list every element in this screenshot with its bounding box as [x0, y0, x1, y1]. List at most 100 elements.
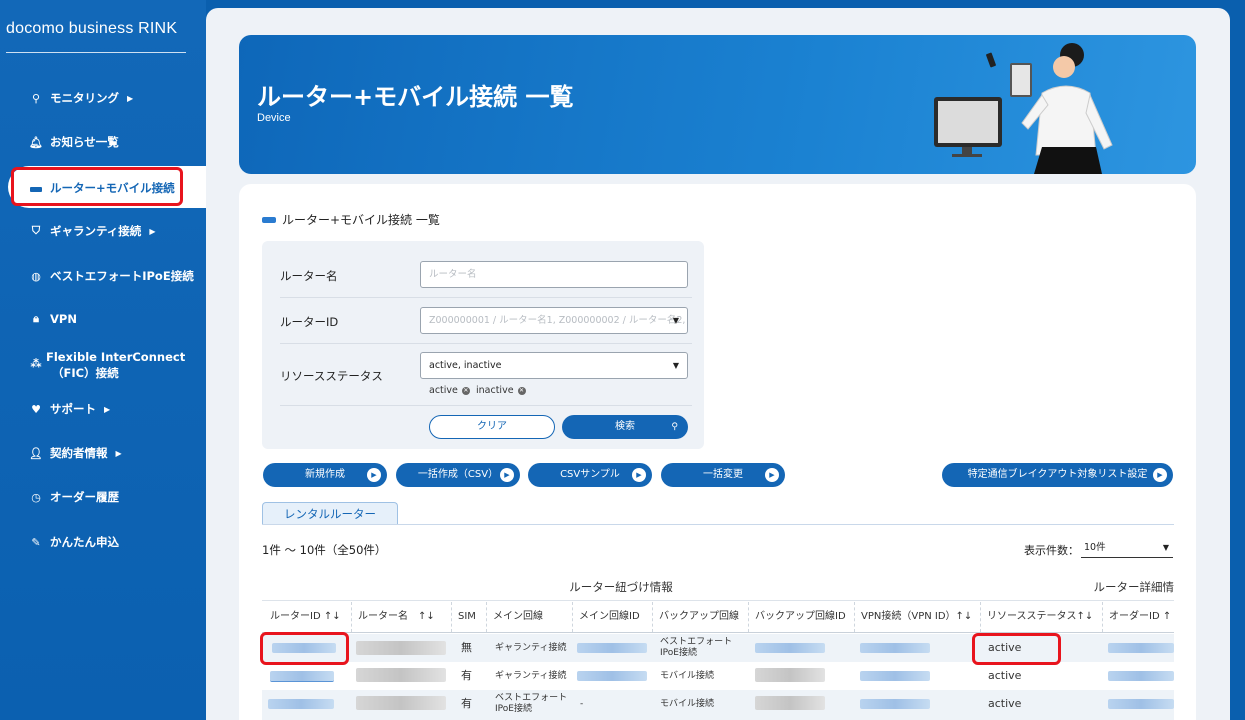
- nav-label: かんたん申込: [50, 535, 119, 549]
- nav-label: Flexible InterConnect: [46, 350, 186, 364]
- filter-divider: [280, 343, 692, 344]
- hero-banner: ルーター+モバイル接続 一覧 Device: [239, 35, 1196, 174]
- chevron-right-icon: ▶: [149, 226, 156, 236]
- per-page-value: 10件: [1084, 542, 1106, 553]
- col-router-id[interactable]: ルーターID ↑↓: [264, 602, 352, 632]
- button-label: 一括変更: [703, 469, 743, 480]
- nav-item-vpn[interactable]: 🔒︎ VPN: [28, 312, 77, 326]
- highlight-status: [972, 633, 1061, 665]
- table-group-header: ルーター詳細情: [980, 574, 1174, 601]
- order-id-cell[interactable]: [1108, 699, 1174, 709]
- per-page-label: 表示件数：: [1024, 544, 1079, 557]
- router-id-link[interactable]: [268, 699, 334, 709]
- nav-item-easy-apply[interactable]: ✎ かんたん申込: [28, 534, 119, 550]
- router-name-input[interactable]: ルーター名: [420, 261, 688, 288]
- nav-item-order-history[interactable]: ◷ オーダー履歴: [28, 489, 119, 505]
- chip-label: inactive: [476, 385, 514, 396]
- nav-item-guarantee[interactable]: ⛉ ギャランティ接続 ▶: [28, 223, 156, 239]
- col-backup-line-id: バックアップ回線ID: [749, 602, 855, 632]
- search-button[interactable]: 検索 ⚲: [562, 415, 688, 439]
- col-router-name[interactable]: ルーター名 ↑↓: [352, 602, 452, 632]
- button-label: CSVサンプル: [560, 469, 620, 480]
- chip-label: active: [429, 385, 458, 396]
- router-name-label: ルーター名: [280, 269, 338, 283]
- vpn-cell[interactable]: [860, 643, 930, 653]
- router-id-placeholder: Z000000001 / ルーター名1, Z000000002 / ルーター名2…: [429, 315, 688, 326]
- bulk-create-csv-button[interactable]: 一括作成（CSV） ▶: [396, 463, 520, 487]
- router-id-select[interactable]: Z000000001 / ルーター名1, Z000000002 / ルーター名2…: [420, 307, 688, 334]
- dropdown-arrow-icon: ▼: [672, 361, 679, 370]
- nav-highlight-box: [11, 167, 183, 206]
- section-title: ルーター+モバイル接続 一覧: [262, 211, 440, 228]
- page-title: ルーター+モバイル接続 一覧: [257, 83, 574, 111]
- chevron-right-icon: ▶: [115, 448, 122, 458]
- nav-item-notices[interactable]: 🔔︎ お知らせ一覧: [28, 134, 119, 150]
- brand-divider: [6, 52, 186, 53]
- status-chip-active[interactable]: active ✕: [429, 385, 470, 396]
- router-id-label: ルーターID: [280, 315, 339, 329]
- nav-label: ベストエフォートIPoE接続: [50, 269, 194, 283]
- tab-rental-router[interactable]: レンタルルーター: [262, 502, 398, 525]
- order-id-cell[interactable]: [1108, 671, 1174, 681]
- router-icon: [262, 216, 276, 223]
- close-icon[interactable]: ✕: [461, 386, 470, 395]
- breakout-list-settings-button[interactable]: 特定通信ブレイクアウト対象リスト設定 ▶: [942, 463, 1173, 487]
- backup-line-id-cell[interactable]: [755, 643, 825, 653]
- page-subtitle: Device: [257, 112, 291, 124]
- nav-item-fic[interactable]: ⁂ Flexible InterConnect （FIC）接続: [28, 349, 185, 381]
- backup-line-cell: モバイル接続: [660, 671, 715, 681]
- globe-icon: ◍: [31, 269, 41, 283]
- nav-item-contract[interactable]: 👤︎ 契約者情報 ▶: [28, 445, 122, 461]
- heart-hand-icon: ♥: [31, 402, 41, 416]
- sim-cell: 有: [461, 697, 472, 710]
- nav-label: モニタリング: [50, 91, 119, 105]
- router-name-cell: [356, 668, 446, 682]
- sim-cell: 無: [461, 641, 472, 654]
- dropdown-arrow-icon: ▼: [672, 316, 679, 325]
- col-backup-line: バックアップ回線: [653, 602, 749, 632]
- per-page-select[interactable]: 10件 ▼: [1081, 538, 1173, 558]
- bulk-edit-button[interactable]: 一括変更 ▶: [661, 463, 785, 487]
- brand-logo: docomo business RINK: [6, 20, 178, 37]
- status-chip-inactive[interactable]: inactive ✕: [476, 385, 526, 396]
- dropdown-arrow-icon: ▼: [1162, 543, 1169, 552]
- vpn-cell[interactable]: [860, 699, 930, 709]
- section-title-text: ルーター+モバイル接続 一覧: [282, 213, 440, 227]
- clear-button[interactable]: クリア: [429, 415, 555, 439]
- button-label: 新規作成: [305, 469, 345, 480]
- vpn-cell[interactable]: [860, 671, 930, 681]
- col-vpn[interactable]: VPN接続（VPN ID）↑↓: [855, 602, 981, 632]
- backup-line-cell: ベストエフォート IPoE接続: [660, 637, 733, 658]
- csv-sample-button[interactable]: CSVサンプル ▶: [528, 463, 652, 487]
- col-resource-status[interactable]: リソースステータス↑↓: [981, 602, 1103, 632]
- button-label: 一括作成（CSV）: [417, 469, 499, 480]
- resource-status-cell: active: [988, 669, 1022, 682]
- nav-item-support[interactable]: ♥ サポート ▶: [28, 401, 110, 417]
- main-line-id-cell[interactable]: [577, 671, 647, 681]
- nav-item-best-effort[interactable]: ◍ ベストエフォートIPoE接続: [28, 268, 194, 284]
- monitoring-icon: ⚲: [31, 91, 41, 105]
- status-select[interactable]: active, inactive ▼: [420, 352, 688, 379]
- col-main-line-id: メイン回線ID: [573, 602, 653, 632]
- router-name-cell: [356, 641, 446, 655]
- create-new-button[interactable]: 新規作成 ▶: [263, 463, 387, 487]
- backup-line-id-cell: [755, 668, 825, 682]
- nav-label: VPN: [50, 312, 77, 326]
- chevron-right-icon: ▶: [127, 93, 134, 103]
- close-icon[interactable]: ✕: [517, 386, 526, 395]
- router-id-link[interactable]: [270, 671, 334, 682]
- nav-label: 契約者情報: [50, 446, 108, 460]
- filter-divider: [280, 405, 692, 406]
- backup-line-id-cell: [755, 696, 825, 710]
- search-icon: ⚲: [671, 422, 678, 432]
- table-group-header: ルーター紐づけ情報: [262, 574, 981, 601]
- sim-cell: 有: [461, 669, 472, 682]
- col-order-id[interactable]: オーダーID ↑: [1103, 602, 1174, 632]
- order-id-cell[interactable]: [1108, 643, 1174, 653]
- bell-icon: 🔔︎: [29, 135, 43, 149]
- status-label: リソースステータス: [280, 369, 383, 383]
- button-label: 特定通信ブレイクアウト対象リスト設定: [967, 469, 1148, 480]
- main-line-id-cell[interactable]: [577, 643, 647, 653]
- network-icon: ⁂: [30, 357, 42, 370]
- nav-item-monitoring[interactable]: ⚲ モニタリング ▶: [28, 90, 133, 106]
